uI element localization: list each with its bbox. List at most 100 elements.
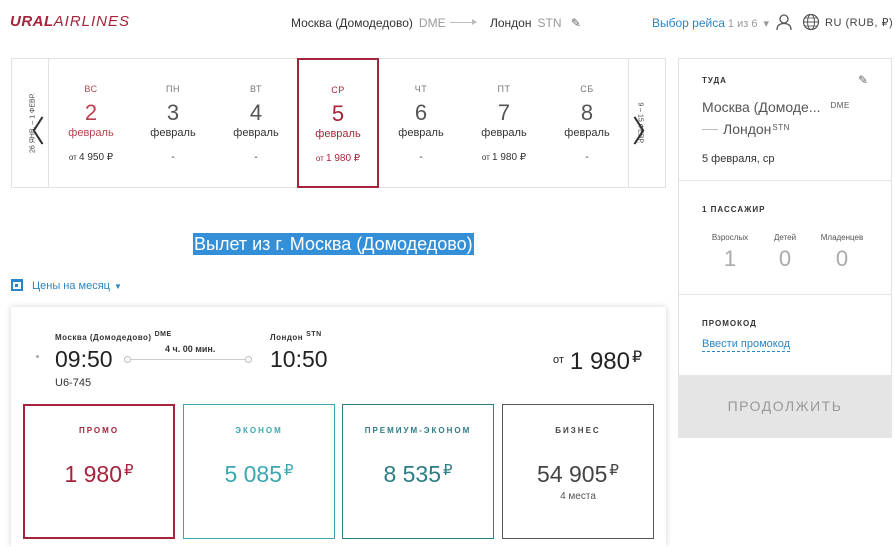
fare-business[interactable]: БИЗНЕС 54 905 ₽ 4 места	[502, 404, 654, 539]
fare-premium-econom[interactable]: ПРЕМИУМ-ЭКОНОМ 8 535 ₽	[342, 404, 494, 539]
enter-promo-code-link[interactable]: Ввести промокод	[702, 338, 791, 352]
language-currency-selector[interactable]: RU (RUB, ₽)	[825, 16, 893, 29]
route-destination-code: STN	[537, 16, 562, 30]
flight-origin: Москва (Домодедово) DME	[55, 331, 172, 342]
promo-code-label: ПРОМОКОД	[702, 319, 757, 328]
calendar-day[interactable]: ЧТ 6 февраль -	[380, 59, 462, 187]
day-number: 2	[84, 100, 98, 125]
route-origin-code: DME	[418, 16, 446, 30]
logo-text-bold: URAL	[10, 13, 54, 30]
calendar-day[interactable]: ВТ 4 февраль -	[215, 59, 297, 187]
calendar-day-selected[interactable]: СР 5 февраль от 1 980 ₽	[297, 58, 379, 188]
continue-button[interactable]: ПРОДОЛЖИТЬ	[678, 375, 892, 438]
min-price-value: 1 980	[569, 348, 630, 375]
prev-week-range: 26 ЯНВ. – 1 ФЕВР.	[29, 92, 37, 154]
day-price: -	[254, 152, 258, 163]
flight-select-step[interactable]: Выбор рейса 1 из 6 ▾	[652, 16, 769, 30]
fare-price: 1 980 ₽	[64, 461, 134, 487]
arrival-circle-icon	[245, 356, 252, 363]
route-destination: Лондон STN ✎	[490, 16, 581, 30]
duration-line	[127, 359, 249, 360]
fare-econom[interactable]: ЭКОНОМ 5 085 ₽	[183, 404, 335, 539]
month-prices-label: Цены на месяц	[32, 280, 110, 292]
infants-count[interactable]: 0	[812, 246, 872, 272]
day-of-week: СР	[331, 85, 345, 95]
fare-price: 5 085 ₽	[224, 461, 294, 487]
summary-destination: ЛондонSTN	[723, 121, 790, 137]
day-of-week: ПН	[166, 84, 180, 94]
departure-heading: Вылет из г. Москва (Домодедово)	[193, 233, 474, 255]
departure-time: 09:50	[55, 346, 113, 372]
fare-promo[interactable]: ПРОМО 1 980 ₽	[23, 404, 175, 539]
adults-count[interactable]: 1	[700, 246, 760, 272]
summary-origin: Москва (Домоде... DME	[702, 99, 850, 115]
route-dash	[702, 129, 718, 130]
fare-title: ЭКОНОМ	[235, 426, 283, 435]
summary-destination-city: Лондон	[723, 121, 772, 137]
logo-text-light: AIRLINES	[53, 13, 131, 30]
fare-price: 8 535 ₽	[383, 461, 453, 487]
flight-origin-code: DME	[154, 331, 172, 338]
flight-select-label: Выбор рейса	[652, 16, 725, 30]
flight-number: U6-745	[55, 377, 92, 389]
calendar-day[interactable]: ПТ 7 февраль от 1 980 ₽	[463, 59, 545, 187]
calendar-day[interactable]: ВС 2 февраль от 4 950 ₽	[50, 59, 132, 187]
day-price: от 1 980 ₽	[315, 153, 361, 164]
divider	[679, 294, 891, 295]
children-count[interactable]: 0	[760, 246, 810, 272]
day-month: февраль	[150, 127, 196, 139]
calendar-day[interactable]: СБ 8 февраль -	[546, 59, 628, 187]
calendar-day[interactable]: ПН 3 февраль -	[132, 59, 214, 187]
edit-pencil-icon[interactable]: ✎	[858, 73, 868, 87]
route-origin-city: Москва (Домодедово)	[291, 16, 413, 30]
fare-price: 54 905 ₽	[537, 461, 619, 487]
flight-destination: Лондон STN	[270, 331, 322, 342]
date-carousel: 〈 26 ЯНВ. – 1 ФЕВР. ВС 2 февраль от 4 95…	[11, 58, 666, 188]
day-number: 8	[580, 100, 594, 125]
min-price-prefix: от	[553, 354, 564, 366]
month-prices-toggle[interactable]: Цены на месяц ▼	[11, 279, 122, 292]
day-number: 6	[414, 100, 428, 125]
departure-circle-icon	[124, 356, 131, 363]
day-month: февраль	[398, 127, 444, 139]
direction-label: ТУДА	[702, 76, 727, 85]
day-month: февраль	[564, 127, 610, 139]
adults-label: Взрослых	[711, 233, 749, 242]
day-price: от 4 950 ₽	[68, 152, 114, 163]
prev-week-button[interactable]: 〈 26 ЯНВ. – 1 ФЕВР.	[12, 59, 49, 187]
route-arrow-icon	[450, 19, 477, 25]
user-icon[interactable]	[775, 13, 793, 31]
summary-date: 5 февраля, ср	[702, 153, 775, 165]
day-number: 7	[497, 100, 511, 125]
day-month: февраль	[315, 128, 361, 140]
flight-origin-city: Москва (Домодедово)	[55, 333, 152, 342]
flight-duration: 4 ч. 00 мин.	[165, 344, 216, 354]
day-number: 4	[249, 100, 263, 125]
day-price: -	[585, 152, 589, 163]
globe-icon[interactable]	[802, 13, 820, 31]
fare-title: ПРОМО	[78, 426, 120, 435]
passengers-label: 1 ПАССАЖИР	[702, 205, 766, 214]
day-month: февраль	[233, 127, 279, 139]
flight-destination-city: Лондон	[270, 333, 304, 342]
min-price: от 1 980 ₽	[553, 347, 642, 376]
children-label: Детей	[773, 233, 797, 242]
chevron-down-icon: ▾	[760, 18, 770, 30]
day-number: 3	[166, 100, 180, 125]
summary-origin-city: Москва (Домоде...	[702, 99, 821, 115]
flight-select-step-count: 1 из 6	[727, 18, 758, 30]
day-of-week: ЧТ	[414, 84, 428, 94]
day-month: февраль	[481, 127, 527, 139]
fare-title: БИЗНЕС	[555, 426, 601, 435]
ural-airlines-logo[interactable]: URALAIRLINES	[10, 13, 130, 30]
day-of-week: СБ	[580, 84, 594, 94]
edit-route-icon[interactable]: ✎	[571, 16, 581, 30]
day-number: 5	[331, 101, 345, 126]
chevron-right-icon: 〉	[632, 115, 662, 150]
next-week-button[interactable]: 9 – 15 ФЕВР. 〉	[628, 59, 665, 187]
fare-seats-left: 4 места	[560, 491, 596, 502]
day-price: -	[419, 152, 423, 163]
summary-origin-code: DME	[830, 101, 850, 110]
arrival-time: 10:50	[270, 346, 328, 372]
day-of-week: ПТ	[497, 84, 511, 94]
